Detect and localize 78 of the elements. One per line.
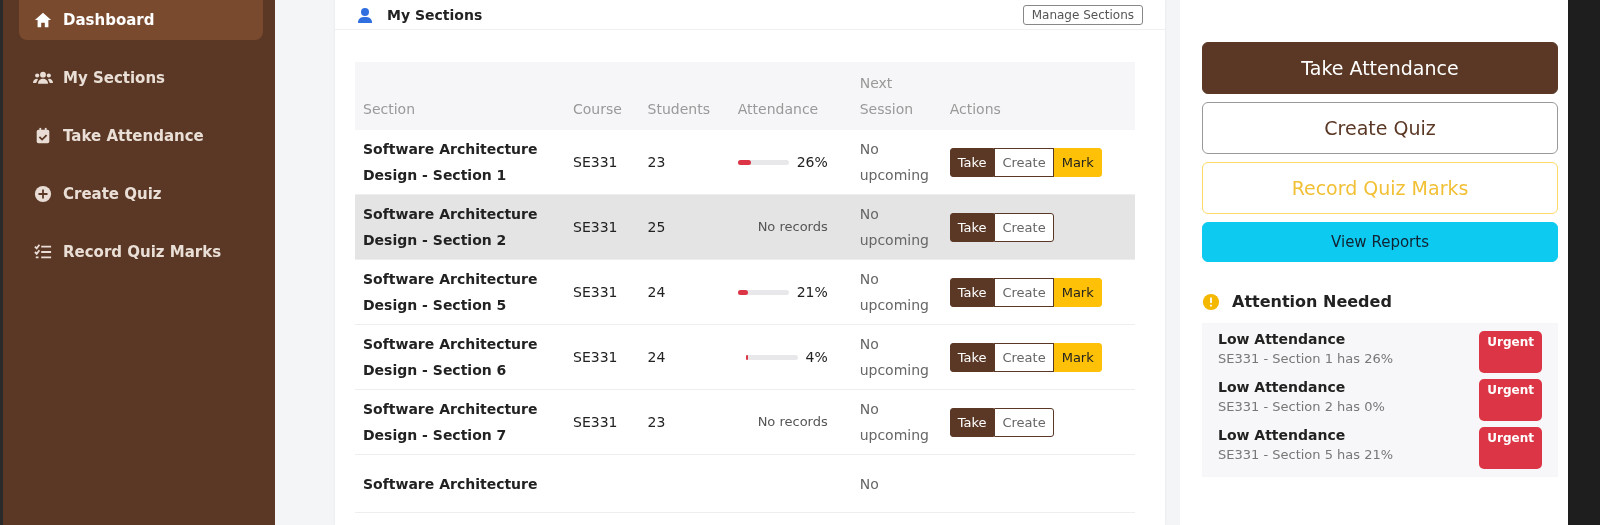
manage-sections-button[interactable]: Manage Sections xyxy=(1022,4,1143,25)
alert-detail: SE331 - Section 1 has 26% xyxy=(1218,351,1394,366)
take-button[interactable]: Take xyxy=(949,147,995,177)
urgent-badge: Urgent xyxy=(1479,331,1542,373)
student-count: 23 xyxy=(647,414,666,430)
attention-title: Attention Needed xyxy=(1232,292,1392,311)
next-session: No upcoming xyxy=(859,141,929,183)
section-name: Software Architecture xyxy=(363,475,538,492)
alert-detail: SE331 - Section 5 has 21% xyxy=(1218,447,1394,462)
create-button[interactable]: Create xyxy=(994,212,1054,242)
quick-action-button[interactable]: Create Quiz xyxy=(1202,102,1558,154)
section-name: Software Architecture Design - Section 7 xyxy=(363,401,538,443)
urgent-badge: Urgent xyxy=(1479,379,1542,421)
column-header: Actions xyxy=(941,62,1135,130)
sidebar-item[interactable]: My Sections xyxy=(19,58,263,98)
course-code: SE331 xyxy=(573,219,618,235)
quick-action-button[interactable]: View Reports xyxy=(1202,222,1558,262)
attendance-percent: 4% xyxy=(805,348,828,367)
sidebar-item[interactable]: Dashboard xyxy=(19,0,263,40)
checklist-icon xyxy=(33,243,53,261)
attendance-percent: 26% xyxy=(796,153,828,172)
mark-button[interactable]: Mark xyxy=(1053,342,1102,372)
next-session: No xyxy=(859,475,879,492)
quick-action-button[interactable]: Take Attendance xyxy=(1202,42,1558,94)
sidebar-item[interactable]: Record Quiz Marks xyxy=(19,232,263,272)
column-header: Students xyxy=(639,62,730,130)
alert-detail: SE331 - Section 2 has 0% xyxy=(1218,399,1385,414)
sidebar-item[interactable]: Take Attendance xyxy=(19,116,263,156)
next-session: No upcoming xyxy=(859,336,929,378)
take-button[interactable]: Take xyxy=(949,212,995,242)
mark-button[interactable]: Mark xyxy=(1053,277,1102,307)
section-name: Software Architecture Design - Section 1 xyxy=(363,141,538,183)
sidebar-item[interactable]: Create Quiz xyxy=(19,174,263,214)
create-button[interactable]: Create xyxy=(994,342,1054,372)
next-session: No upcoming xyxy=(859,401,929,443)
section-name: Software Architecture Design - Section 6 xyxy=(363,336,538,378)
table-row[interactable]: Software Architecture Design - Section 2 SE331 25 No records No upcoming Take Create xyxy=(355,194,1135,260)
card-title: My Sections xyxy=(387,6,483,23)
table-row[interactable]: Software Architecture Design - Section 6 SE331 24 4% No upcoming Take Create Mark xyxy=(355,324,1135,390)
attendance-status: No records xyxy=(757,218,828,236)
create-button[interactable]: Create xyxy=(994,277,1054,307)
column-header: Attendance xyxy=(729,62,852,130)
student-count: 25 xyxy=(647,219,666,235)
plus-circle-icon xyxy=(33,185,53,203)
table-row[interactable]: Software Architecture Design - Section 1 SE331 23 26% No upcoming Take Create Mark xyxy=(355,130,1135,195)
user-icon xyxy=(357,6,373,23)
table-row[interactable]: Software Architecture Design - Section 7 SE331 23 No records No upcoming Take Create xyxy=(355,389,1135,455)
course-code: SE331 xyxy=(573,414,618,430)
next-session: No upcoming xyxy=(859,206,929,248)
alert-title: Low Attendance xyxy=(1218,331,1347,347)
section-name: Software Architecture Design - Section 5 xyxy=(363,271,538,313)
student-count: 24 xyxy=(647,349,666,365)
take-button[interactable]: Take xyxy=(949,277,995,307)
column-header: Section xyxy=(355,62,565,130)
create-button[interactable]: Create xyxy=(994,407,1054,437)
alert-title: Low Attendance xyxy=(1218,427,1347,443)
course-code: SE331 xyxy=(573,154,618,170)
course-code: SE331 xyxy=(573,284,618,300)
column-header: Next Session xyxy=(851,62,942,130)
column-header: Course xyxy=(565,62,640,130)
attendance-status: No records xyxy=(757,413,828,431)
create-button[interactable]: Create xyxy=(994,147,1054,177)
student-count: 23 xyxy=(647,154,666,170)
section-name: Software Architecture Design - Section 2 xyxy=(363,206,538,248)
attendance-percent: 21% xyxy=(796,283,828,302)
mark-button[interactable]: Mark xyxy=(1053,147,1102,177)
take-button[interactable]: Take xyxy=(949,342,995,372)
next-session: No upcoming xyxy=(859,271,929,313)
table-row[interactable]: Software Architecture No xyxy=(355,454,1135,513)
course-code: SE331 xyxy=(573,349,618,365)
urgent-badge: Urgent xyxy=(1479,427,1542,469)
table-row[interactable]: Software Architecture Design - Section 5 SE331 24 21% No upcoming Take Create Mark xyxy=(355,259,1135,325)
users-icon xyxy=(33,69,53,87)
take-button[interactable]: Take xyxy=(949,407,995,437)
alert-title: Low Attendance xyxy=(1218,379,1347,395)
home-icon xyxy=(33,11,53,29)
warning-icon xyxy=(1202,292,1220,311)
student-count: 24 xyxy=(647,284,666,300)
